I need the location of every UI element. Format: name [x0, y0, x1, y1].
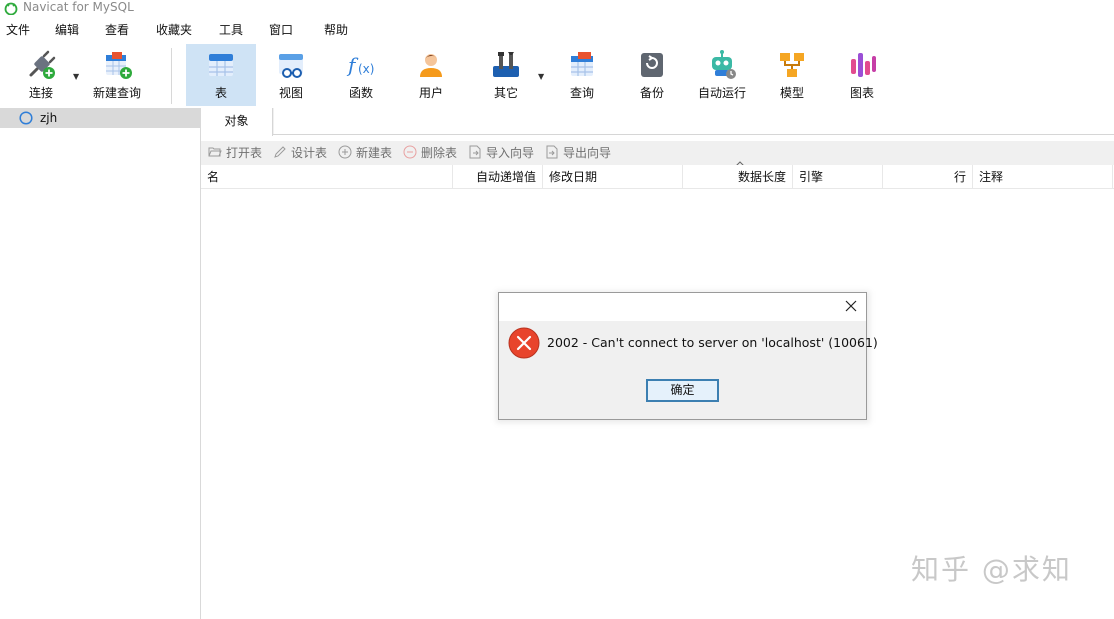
dialog-title-bar: [499, 293, 866, 321]
main-toolbar: 连接 ▼ 新建查询 表 视图 f (x) 函数 用户 其它 ▼ 查询 备份 自动…: [0, 44, 1114, 108]
folder-open-icon: [208, 147, 222, 157]
tab-objects[interactable]: 对象: [201, 108, 273, 136]
column-auto-increment[interactable]: 自动递增值: [453, 165, 543, 189]
query-icon: [571, 52, 593, 76]
object-grid-header: 名 自动递增值 修改日期 数据长度 引擎 行 注释: [201, 165, 1114, 189]
model-icon: [780, 53, 804, 77]
plug-icon: [29, 50, 56, 79]
svg-text:(x): (x): [358, 62, 374, 76]
pencil-icon: [274, 146, 286, 158]
error-message: 2002 - Can't connect to server on 'local…: [547, 335, 878, 350]
export-icon: [546, 145, 558, 159]
table-label: 表: [214, 86, 227, 100]
import-wizard-button[interactable]: 导入向导: [468, 145, 534, 161]
other-button[interactable]: 其它: [471, 44, 541, 106]
ok-button[interactable]: 确定: [646, 379, 719, 402]
export-wizard-label: 导出向导: [563, 146, 612, 160]
navicat-logo-icon: [4, 2, 18, 15]
menu-window[interactable]: 窗口: [269, 22, 293, 38]
backup-button[interactable]: 备份: [617, 44, 687, 106]
toolbar-separator: [171, 48, 172, 104]
robot-icon: [712, 50, 736, 79]
menu-bar: 文件 编辑 查看 收藏夹 工具 窗口 帮助: [0, 16, 1114, 44]
menu-file[interactable]: 文件: [6, 22, 30, 38]
menu-help[interactable]: 帮助: [324, 22, 348, 38]
menu-view[interactable]: 查看: [105, 22, 129, 38]
connect-label: 连接: [28, 86, 53, 100]
connection-item-zjh[interactable]: zjh: [0, 108, 200, 128]
user-label: 用户: [418, 86, 443, 100]
chart-icon: [851, 53, 876, 77]
view-label: 视图: [278, 86, 303, 100]
view-button[interactable]: 视图: [256, 44, 326, 106]
query-button[interactable]: 查询: [547, 44, 617, 106]
connect-button[interactable]: 连接: [14, 44, 68, 106]
window-title: Navicat for MySQL: [23, 0, 134, 14]
open-table-label: 打开表: [226, 146, 263, 160]
new-table-label: 新建表: [356, 146, 393, 160]
function-button[interactable]: f (x) 函数: [326, 44, 396, 106]
menu-favorites[interactable]: 收藏夹: [156, 22, 192, 38]
error-icon: [508, 327, 540, 359]
new-query-icon: [106, 52, 132, 79]
delete-table-button[interactable]: 删除表: [403, 145, 457, 161]
backup-label: 备份: [639, 86, 664, 100]
import-icon: [469, 145, 481, 159]
new-query-label: 新建查询: [92, 86, 141, 100]
connect-dropdown-arrow-icon[interactable]: ▼: [73, 72, 81, 81]
minus-circle-icon: [403, 145, 417, 159]
other-label: 其它: [493, 86, 518, 100]
column-rows[interactable]: 行: [883, 165, 973, 189]
view-icon: [279, 54, 303, 78]
delete-table-label: 删除表: [421, 146, 458, 160]
zhihu-watermark: 知乎 @求知: [911, 553, 1072, 586]
plus-circle-icon: [338, 145, 352, 159]
function-label: 函数: [348, 86, 373, 100]
model-label: 模型: [779, 86, 804, 100]
column-data-length[interactable]: 数据长度: [683, 165, 793, 189]
table-icon: [209, 54, 233, 76]
chart-label: 图表: [849, 86, 874, 100]
user-button[interactable]: 用户: [396, 44, 466, 106]
title-bar: Navicat for MySQL: [0, 0, 1114, 16]
other-dropdown-arrow-icon[interactable]: ▼: [538, 72, 546, 81]
column-name[interactable]: 名: [201, 165, 453, 189]
user-icon: [420, 54, 442, 77]
model-button[interactable]: 模型: [757, 44, 827, 106]
tools-icon: [493, 52, 519, 77]
design-table-label: 设计表: [291, 146, 328, 160]
connection-name: zjh: [40, 111, 58, 125]
design-table-button[interactable]: 设计表: [273, 145, 327, 161]
close-icon[interactable]: [844, 299, 858, 313]
auto-run-button[interactable]: 自动运行: [687, 44, 757, 106]
import-wizard-label: 导入向导: [486, 146, 535, 160]
menu-tools[interactable]: 工具: [219, 22, 243, 38]
function-icon: f (x): [346, 53, 374, 77]
query-label: 查询: [569, 86, 594, 100]
chart-button[interactable]: 图表: [827, 44, 897, 106]
connection-status-icon: [19, 111, 33, 125]
export-wizard-button[interactable]: 导出向导: [545, 145, 611, 161]
column-comment[interactable]: 注释: [973, 165, 1113, 189]
error-dialog: 2002 - Can't connect to server on 'local…: [498, 292, 878, 420]
backup-icon: [641, 53, 663, 77]
auto-run-label: 自动运行: [697, 86, 746, 100]
open-table-button[interactable]: 打开表: [208, 145, 262, 161]
tab-strip-empty: [274, 108, 1114, 135]
object-toolbar: 打开表 设计表 新建表 删除表 导入向导 导出向导: [201, 141, 1114, 165]
column-engine[interactable]: 引擎: [793, 165, 883, 189]
tab-strip: 对象: [201, 108, 1114, 136]
navicat-window: Navicat for MySQL 文件 编辑 查看 收藏夹 工具 窗口 帮助 …: [0, 0, 1114, 619]
table-button[interactable]: 表: [186, 44, 256, 106]
new-table-button[interactable]: 新建表: [338, 145, 392, 161]
connection-tree: zjh: [0, 108, 201, 619]
new-query-button[interactable]: 新建查询: [88, 44, 146, 106]
menu-edit[interactable]: 编辑: [55, 22, 79, 38]
column-modified-date[interactable]: 修改日期: [543, 165, 683, 189]
